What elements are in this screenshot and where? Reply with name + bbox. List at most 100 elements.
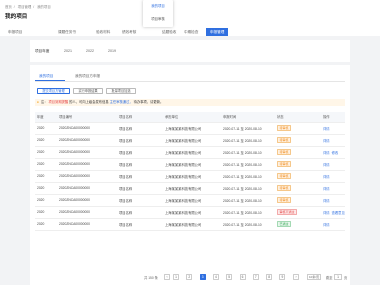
subtab-my-projects[interactable]: 我的项目 — [39, 74, 53, 79]
tab-midterm-check[interactable]: 中期检查 — [184, 28, 198, 36]
col-time-header: 申报时间 — [221, 112, 275, 123]
action-link[interactable]: 修改 — [332, 151, 339, 155]
dropdown-item-my-projects[interactable]: 我的项目 — [143, 0, 173, 13]
cell-project-no: 2020ZNCA00000000 — [57, 146, 117, 159]
table-row: 2020 2020ZNCA00000000 项目名称 上海某某某科技有限公司 2020-… — [35, 194, 345, 207]
batch-add-button[interactable]: 批量项目加选 — [106, 88, 136, 94]
page-number-button[interactable]: 4 — [212, 273, 219, 280]
status-badge: 待审核 — [277, 173, 292, 179]
cell-blank — [299, 194, 321, 207]
cell-project-no: 2020ZNCA00000000 — [57, 206, 117, 219]
year-filter-card: 项目年度 2021 2022 2019 — [30, 40, 350, 62]
page-number-button[interactable]: 1 — [173, 273, 179, 280]
year-filter-label: 项目年度 — [35, 49, 50, 53]
project-dropdown-menu: 我的项目 项目审核 — [143, 0, 173, 27]
prev-page-button[interactable]: ‹ — [164, 273, 170, 280]
tab-apply-project[interactable]: 申报项目 — [8, 28, 22, 36]
breadcrumb-project-management[interactable]: 项目管理 — [18, 5, 32, 9]
cell-blank — [299, 170, 321, 183]
top-header: 首页 / 项目管理 / 我的项目 我的项目 — [0, 0, 380, 28]
col-status-header: 状态 — [275, 112, 299, 123]
cell-blank — [299, 182, 321, 195]
tab-final-acceptance[interactable]: 结题验收 — [162, 28, 176, 36]
page-number-button[interactable]: 6 — [239, 273, 246, 280]
table-row: 2020 2020ZNCA00000000 项目名称 上海某某某科技有限公司 2020-… — [35, 122, 345, 135]
notice-suffix: 待办事项，请更新。 — [133, 100, 164, 104]
cell-project-name: 项目名称 — [117, 122, 163, 135]
year-option[interactable]: 2021 — [64, 49, 72, 53]
table-row: 2020 2020ZNCA00000000 项目名称 上海某某某科技有限公司 2020-… — [35, 134, 345, 147]
breadcrumb-home[interactable]: 首页 — [5, 5, 12, 9]
col-project-name-header: 项目名称 — [117, 112, 163, 123]
notice-highlight-blue[interactable]: 主任审核通过， — [110, 100, 133, 104]
year-option[interactable]: 2022 — [86, 49, 94, 53]
cell-actions: 详情 — [321, 158, 345, 171]
page-number-button[interactable]: 7 — [252, 273, 259, 280]
detail-link[interactable]: 详情 — [323, 199, 330, 203]
table-header-row: 年度 项目编号 项目名称 承担单位 申报时间 状态 操作 — [35, 112, 345, 123]
project-table: 年度 项目编号 项目名称 承担单位 申报时间 状态 操作 2020 2020ZNC… — [35, 112, 345, 231]
page-size-select[interactable]: 10条/页 — [307, 273, 321, 280]
page-number-button[interactable]: 3 — [199, 273, 206, 280]
cell-blank — [299, 218, 321, 231]
cell-time: 2020-07-11 至 2020-08-10 — [221, 170, 275, 183]
cell-time: 2020-07-11 至 2020-08-10 — [221, 134, 275, 147]
project-list-card: 我的项目 我的项目方申报 提交项目方管理 实行申报结果 批量项目加选 ● 注： … — [30, 65, 350, 285]
cell-actions: 详情 — [321, 218, 345, 231]
detail-link[interactable]: 详情 — [323, 139, 330, 143]
tab-task-book[interactable]: 课题任务书 — [58, 28, 76, 36]
detail-link[interactable]: 详情 — [323, 187, 330, 191]
cell-year: 2020 — [35, 122, 57, 135]
cell-project-name: 项目名称 — [117, 194, 163, 207]
cell-unit: 上海某某某科技有限公司 — [163, 146, 221, 159]
breadcrumb-current: 我的项目 — [37, 5, 51, 9]
notice-middle: 的人，可向上级会发布信息 — [69, 100, 109, 104]
cell-unit: 上海某某某科技有限公司 — [163, 218, 221, 231]
cell-time: 2020-07-11 至 2020-08-10 — [221, 206, 275, 219]
cell-blank — [299, 146, 321, 159]
detail-link[interactable]: 详情 — [323, 163, 330, 167]
action-link[interactable]: 查看意见 — [332, 211, 345, 215]
submit-project-button[interactable]: 提交项目方管理 — [37, 88, 70, 94]
cell-year: 2020 — [35, 158, 57, 171]
table-body: 2020 2020ZNCA00000000 项目名称 上海某某某科技有限公司 2020-… — [35, 122, 345, 231]
goto-label: 跳至 — [326, 276, 333, 280]
breadcrumb: 首页 / 项目管理 / 我的项目 — [5, 5, 51, 9]
detail-link[interactable]: 详情 — [323, 175, 330, 179]
cell-time: 2020-07-11 至 2020-08-10 — [221, 122, 275, 135]
tab-performance[interactable]: 绩效考核 — [122, 28, 136, 36]
goto-suffix: 页 — [344, 276, 348, 280]
detail-link[interactable]: 详情 — [323, 151, 330, 155]
page-number-button[interactable]: 2 — [186, 273, 193, 280]
cell-project-name: 项目名称 — [117, 218, 163, 231]
status-badge: 待审核 — [277, 185, 292, 191]
table-row: 2020 2020ZNCA00000000 项目名称 上海某某某科技有限公司 2020-… — [35, 206, 345, 219]
cell-actions: 详情 — [321, 170, 345, 183]
dropdown-item-project-review[interactable]: 项目审核 — [143, 13, 173, 26]
page-number-button[interactable]: 8 — [266, 273, 273, 280]
tab-apply-management[interactable]: 申报管理 — [206, 28, 229, 36]
cell-year: 2020 — [35, 170, 57, 183]
cell-time: 2020-07-11 至 2020-08-10 — [221, 146, 275, 159]
page-number-button[interactable]: 5 — [226, 273, 233, 280]
detail-link[interactable]: 详情 — [323, 211, 330, 215]
detail-link[interactable]: 详情 — [323, 127, 330, 131]
cell-blank — [299, 134, 321, 147]
cell-project-no: 2020ZNCA00000000 — [57, 122, 117, 135]
apply-result-button[interactable]: 实行申报结果 — [73, 88, 103, 94]
year-option[interactable]: 2019 — [108, 49, 116, 53]
status-badge: 待审核 — [277, 161, 292, 167]
notice-highlight-red[interactable]: 项目到期提醒 — [48, 100, 68, 104]
cell-status: 待审核 — [275, 182, 299, 195]
page-number-button[interactable]: 9 — [279, 273, 286, 280]
tab-acceptance-materials[interactable]: 验收材料 — [96, 28, 110, 36]
table-row: 2020 2020ZNCA00000000 项目名称 上海某某某科技有限公司 2020-… — [35, 170, 345, 183]
next-page-button[interactable]: › — [293, 273, 299, 280]
cell-project-name: 项目名称 — [117, 182, 163, 195]
cell-project-no: 2020ZNCA00000000 — [57, 134, 117, 147]
subtab-my-project-apply[interactable]: 我的项目方申报 — [75, 74, 100, 79]
goto-page-input[interactable]: 1 — [334, 273, 342, 280]
table-row: 2020 2020ZNCA00000000 项目名称 上海某某某科技有限公司 2020-… — [35, 182, 345, 195]
cell-project-name: 项目名称 — [117, 134, 163, 147]
detail-link[interactable]: 详情 — [323, 223, 330, 227]
